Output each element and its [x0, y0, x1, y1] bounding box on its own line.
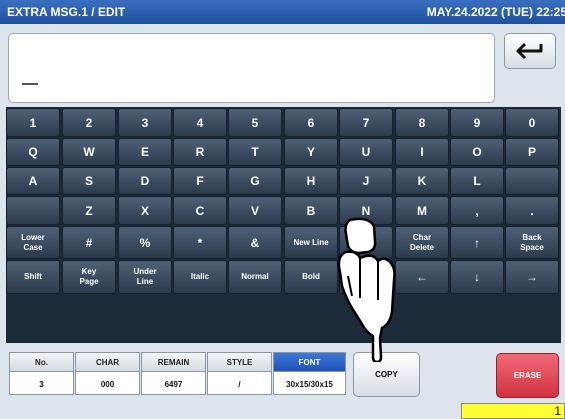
on-screen-keyboard: 1 2 3 4 5 6 7 8 9 0 Q W E R T Y U I O P A S D F G H J K L Z X C V B N M,. Lo… [6, 107, 561, 343]
key-7[interactable]: 7 [339, 108, 393, 137]
key-r4c8[interactable]: ↑ [450, 226, 504, 259]
key-d[interactable]: D [118, 167, 172, 195]
key-j[interactable]: J [339, 167, 393, 195]
key-5[interactable]: 5 [228, 108, 282, 137]
key-3[interactable]: 3 [118, 108, 172, 137]
key-r5c9[interactable]: → [505, 260, 559, 294]
key-8[interactable]: 8 [395, 108, 449, 137]
key-1[interactable]: 1 [6, 108, 60, 137]
datetime: MAY.24.2022 (TUE) 22:25 [426, 5, 565, 19]
key-q[interactable]: Q [6, 138, 60, 166]
key-r4c4[interactable]: & [228, 226, 282, 259]
key-l[interactable]: L [450, 167, 504, 195]
key-o[interactable]: O [450, 138, 504, 166]
character-counter: 1 [461, 403, 565, 419]
erase-button[interactable]: ERASE [496, 353, 559, 398]
key-shift[interactable]: Shift [6, 260, 60, 294]
screen-title: EXTRA MSG.1 / EDIT [7, 5, 126, 19]
key-y[interactable]: Y [284, 138, 338, 166]
key-k[interactable]: K [395, 167, 449, 195]
key-m[interactable]: M [395, 196, 449, 225]
key-e[interactable]: E [118, 138, 172, 166]
key-p[interactable]: P [505, 138, 559, 166]
key-f[interactable]: F [173, 167, 227, 195]
key-r5c7[interactable]: ← [395, 260, 449, 294]
key-r3c8[interactable]: , [450, 196, 504, 225]
key-r4c1[interactable]: # [62, 226, 116, 259]
status-no-value: 3 [39, 379, 44, 389]
key-r5c8[interactable]: ↓ [450, 260, 504, 294]
key-t[interactable]: T [228, 138, 282, 166]
key-r2c9[interactable] [505, 167, 559, 195]
key-4[interactable]: 4 [173, 108, 227, 137]
status-style-value: / [238, 379, 241, 389]
key-normal[interactable]: Normal [228, 260, 282, 294]
key-lower-case[interactable]: Lower Case [6, 226, 60, 259]
key-c[interactable]: C [173, 196, 227, 225]
key-z[interactable]: Z [62, 196, 116, 225]
text-cursor [22, 83, 38, 85]
key-r[interactable]: R [173, 138, 227, 166]
key-r4c2[interactable]: % [118, 226, 172, 259]
key-back-space[interactable]: Back Space [505, 226, 559, 259]
status-no-label: No. [10, 353, 73, 372]
status-char-label: CHAR [76, 353, 139, 372]
key-i[interactable]: I [395, 138, 449, 166]
enter-button[interactable] [504, 33, 556, 69]
return-arrow-icon [516, 42, 543, 60]
key-italic[interactable]: Italic [173, 260, 227, 294]
status-char: CHAR 000 [75, 352, 140, 395]
status-remain: REMAIN 6497 [141, 352, 206, 395]
key-a[interactable]: A [6, 167, 60, 195]
key-r4c3[interactable]: * [173, 226, 227, 259]
status-remain-value: 6497 [164, 379, 183, 389]
key-under-line[interactable]: Under Line [118, 260, 172, 294]
key-s[interactable]: S [62, 167, 116, 195]
message-text-field[interactable] [8, 33, 495, 103]
key-6[interactable]: 6 [284, 108, 338, 137]
key-u[interactable]: U [339, 138, 393, 166]
key-w[interactable]: W [62, 138, 116, 166]
key-g[interactable]: G [228, 167, 282, 195]
status-no: No. 3 [9, 352, 74, 395]
key-9[interactable]: 9 [450, 108, 504, 137]
status-remain-label: REMAIN [142, 353, 205, 372]
key-r3c0[interactable] [6, 196, 60, 225]
key-2[interactable]: 2 [62, 108, 116, 137]
key-r3c9[interactable]: . [505, 196, 559, 225]
key-0[interactable]: 0 [505, 108, 559, 137]
status-style-label: STYLE [208, 353, 271, 372]
pointing-hand-icon [337, 217, 396, 362]
key-x[interactable]: X [118, 196, 172, 225]
title-bar: EXTRA MSG.1 / EDIT MAY.24.2022 (TUE) 22:… [0, 0, 565, 24]
status-style: STYLE / [207, 352, 272, 395]
key-char-delete[interactable]: Char Delete [395, 226, 449, 259]
key-h[interactable]: H [284, 167, 338, 195]
status-font-value: 30x15/30x15 [286, 379, 333, 389]
status-char-value: 000 [100, 379, 115, 389]
key-key-page[interactable]: Key Page [62, 260, 116, 294]
key-v[interactable]: V [228, 196, 282, 225]
